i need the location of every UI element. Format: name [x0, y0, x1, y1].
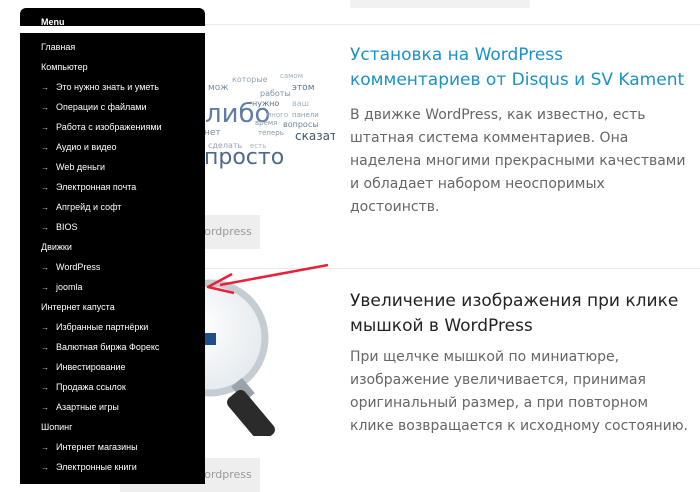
menu-item[interactable]: → Валютная биржа Форекс [20, 337, 205, 357]
menu-item-label: Шопинг [41, 422, 73, 432]
menu-item-label: Движки [41, 242, 72, 252]
word-cloud-thumbnail[interactable]: мож которые самом этом работы нужно ваш … [200, 60, 335, 175]
svg-text:мож: мож [208, 83, 228, 93]
svg-text:нет: нет [204, 128, 221, 138]
menu-item-label: Это нужно знать и уметь [56, 82, 159, 92]
menu-item[interactable]: → Интернет магазины [20, 437, 205, 457]
submenu-arrow-icon: → [41, 403, 49, 412]
previous-post-button[interactable] [350, 0, 530, 8]
menu-item-label: BIOS [56, 222, 78, 232]
menu-item[interactable]: Движки [20, 237, 205, 257]
submenu-arrow-icon: → [41, 183, 49, 192]
menu-item-label: Web деньги [56, 162, 106, 172]
menu-item[interactable]: Шопинг [20, 417, 205, 437]
svg-text:самом: самом [280, 72, 303, 80]
menu-item[interactable]: → Операции с файлами [20, 97, 205, 117]
submenu-arrow-icon: → [41, 123, 49, 132]
menu-item[interactable]: Главная [20, 37, 205, 57]
menu-item-label: Продажа ссылок [56, 382, 126, 392]
submenu-arrow-icon: → [41, 203, 49, 212]
menu-item-label: Компьютер [41, 62, 88, 72]
menu-item[interactable]: → Инвестирование [20, 357, 205, 377]
menu-item[interactable]: Компьютер [20, 57, 205, 77]
menu-item[interactable]: → WordPress [20, 257, 205, 277]
submenu-arrow-icon: → [41, 443, 49, 452]
menu-item[interactable]: → Электронная почта [20, 177, 205, 197]
menu-item[interactable]: → Апгрейд и софт [20, 197, 205, 217]
menu-item-label: Интернет магазины [56, 442, 138, 452]
menu-item-label: Инвестирование [56, 362, 126, 372]
menu-item-label: Электронная почта [56, 182, 137, 192]
svg-text:много: много [266, 111, 288, 119]
menu-item[interactable]: → Продажа ссылок [20, 377, 205, 397]
menu-item-label: Азартные игры [56, 402, 119, 412]
arrow-icon [206, 263, 329, 295]
menu-item[interactable]: → Аудио и видео [20, 137, 205, 157]
submenu-arrow-icon: → [41, 343, 49, 352]
submenu-arrow-icon: → [41, 143, 49, 152]
svg-text:панели: панели [292, 111, 319, 119]
svg-text:которые: которые [232, 75, 268, 84]
post-excerpt: В движке WordPress, как известно, есть ш… [350, 107, 686, 215]
post-title[interactable]: Увеличение изображения при клике мышкой … [350, 289, 678, 339]
svg-text:время: время [255, 119, 277, 127]
menu-item[interactable]: → BIOS [20, 217, 205, 237]
menu-title: Menu [41, 17, 65, 27]
submenu-arrow-icon: → [41, 463, 49, 472]
menu-item-label: Интернет капуста [41, 302, 115, 312]
post-title-line[interactable]: Установка на WordPress [350, 43, 684, 68]
submenu-arrow-icon: → [41, 83, 49, 92]
sidebar-menu: Menu Главная Компьютер → Это нужно знать и … [20, 8, 205, 484]
submenu-arrow-icon: → [41, 263, 49, 272]
menu-item[interactable]: Интернет капуста [20, 297, 205, 317]
menu-item-label: Аудио и видео [56, 142, 117, 152]
submenu-arrow-icon: → [41, 103, 49, 112]
menu-item[interactable]: → Web деньги [20, 157, 205, 177]
submenu-arrow-icon: → [41, 363, 49, 372]
menu-item[interactable]: → Электронные книги [20, 457, 205, 477]
menu-item[interactable]: → joomla [20, 277, 205, 297]
menu-item-label: joomla [56, 282, 83, 292]
svg-text:вопросы: вопросы [283, 120, 319, 129]
menu-item-label: Апгрейд и софт [56, 202, 122, 212]
menu-title-bar [20, 26, 205, 33]
svg-text:теперь: теперь [258, 129, 284, 137]
menu-list: Главная Компьютер → Это нужно знать и уметь… [20, 37, 205, 477]
post-excerpt: При щелчке мышкой по миниатюре, изображе… [350, 349, 688, 434]
svg-text:этом: этом [292, 83, 314, 93]
submenu-arrow-icon: → [41, 223, 49, 232]
svg-text:сказать: сказать [295, 129, 335, 143]
menu-item-label: Главная [41, 42, 76, 52]
menu-item[interactable]: → Работа с изображениями [20, 117, 205, 137]
menu-item-label: Работа с изображениями [56, 122, 162, 132]
submenu-arrow-icon: → [41, 383, 49, 392]
menu-item[interactable]: → Азартные игры [20, 397, 205, 417]
menu-item-label: Валютная биржа Форекс [56, 342, 160, 352]
svg-text:ваш: ваш [292, 99, 309, 108]
post-divider [205, 24, 700, 25]
submenu-arrow-icon: → [41, 163, 49, 172]
submenu-arrow-icon: → [41, 283, 49, 292]
menu-item[interactable]: → Это нужно знать и уметь [20, 77, 205, 97]
menu-item-label: Избранные партнёрки [56, 322, 149, 332]
menu-item-label: WordPress [56, 262, 101, 272]
svg-text:работы: работы [260, 89, 291, 98]
menu-item-label: Электронные книги [56, 462, 137, 472]
post-title-line[interactable]: мышкой в WordPress [350, 314, 678, 339]
post-title-line[interactable]: комментариев от Disqus и SV Kament [350, 68, 684, 93]
menu-item-label: Операции с файлами [56, 102, 147, 112]
submenu-arrow-icon: → [41, 323, 49, 332]
menu-item[interactable]: → Избранные партнёрки [20, 317, 205, 337]
post-title-line[interactable]: Увеличение изображения при клике [350, 289, 678, 314]
svg-text:просто: просто [204, 145, 284, 170]
post-title[interactable]: Установка на WordPress комментариев от D… [350, 43, 684, 93]
